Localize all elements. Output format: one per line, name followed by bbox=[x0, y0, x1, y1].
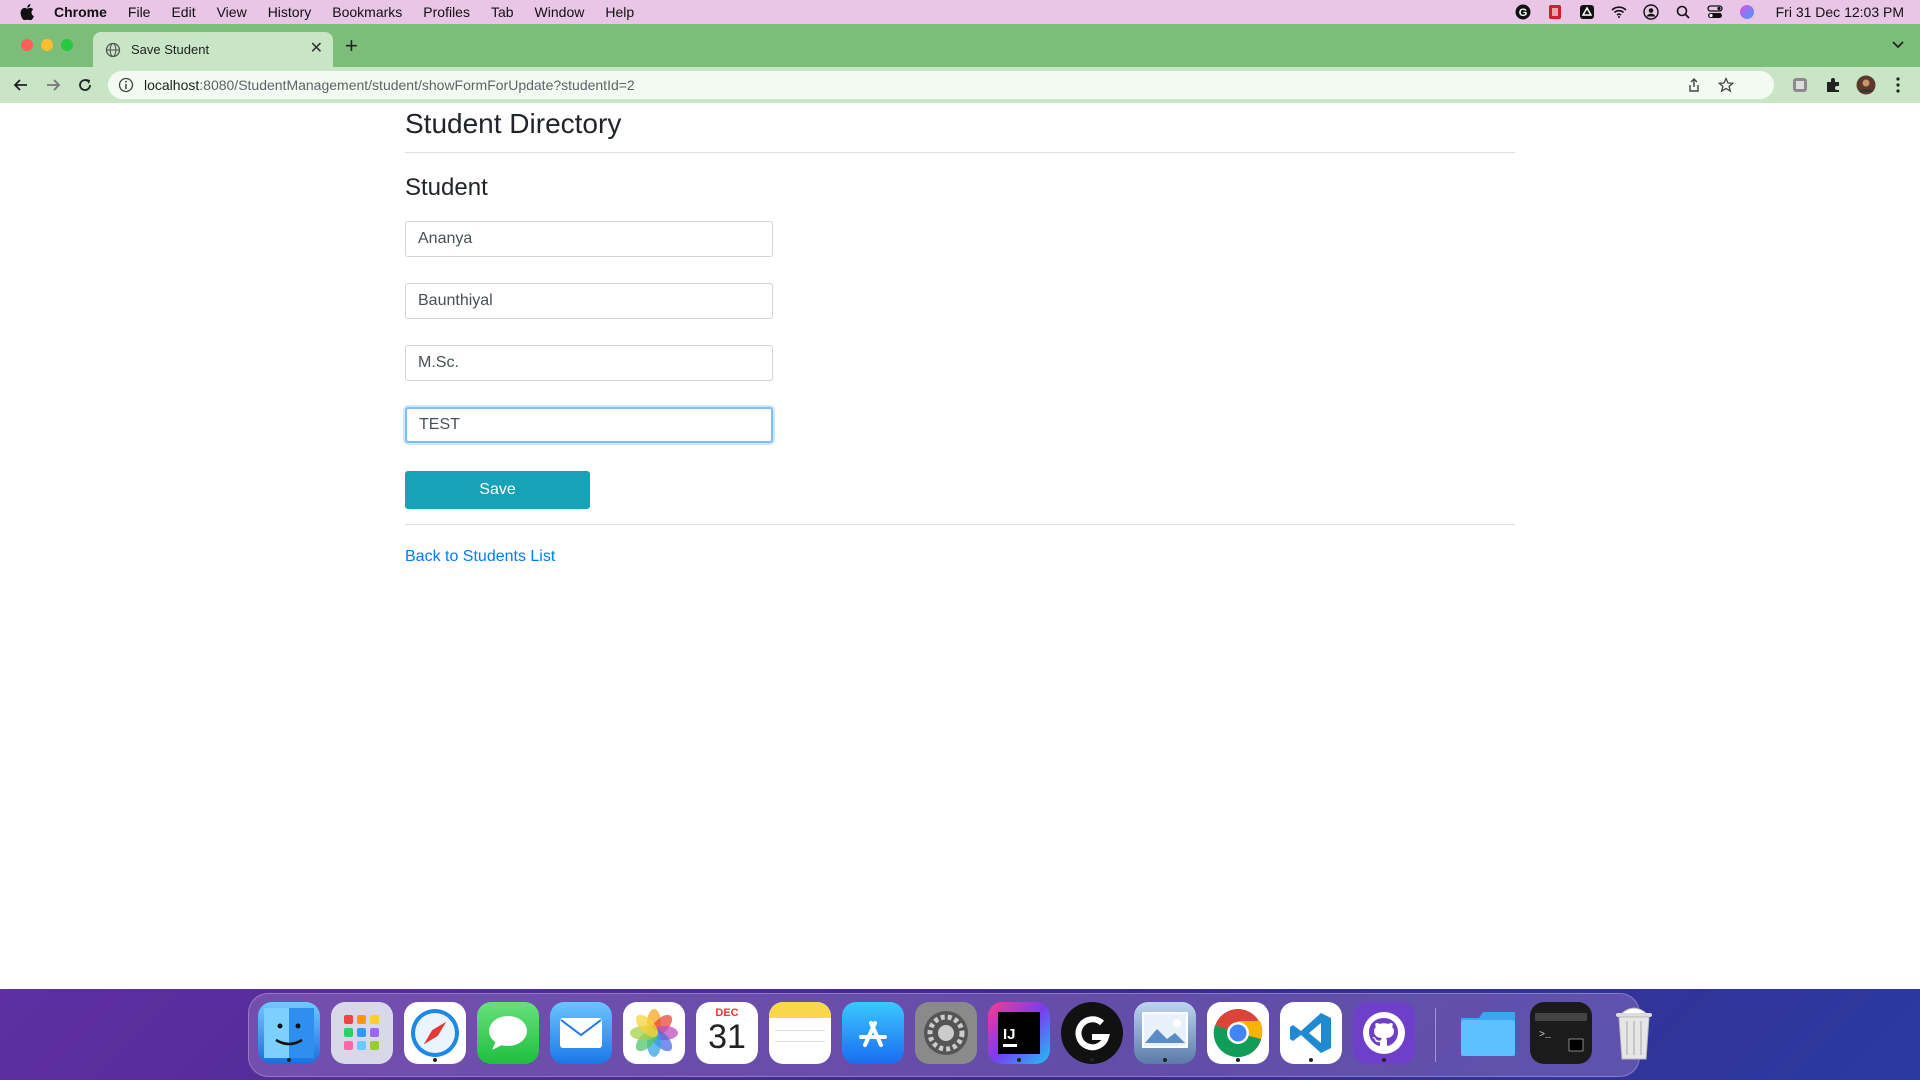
visual-studio-code-icon[interactable] bbox=[1280, 1002, 1342, 1064]
page-title: Student Directory bbox=[405, 108, 622, 139]
forward-arrow-icon[interactable] bbox=[42, 74, 64, 96]
menubar-clock[interactable]: Fri 31 Dec 12:03 PM bbox=[1776, 4, 1904, 20]
intellij-idea-icon[interactable]: IJ bbox=[988, 1002, 1050, 1064]
divider bbox=[405, 524, 1515, 525]
new-tab-icon[interactable]: + bbox=[345, 35, 358, 57]
running-indicator bbox=[1382, 1058, 1386, 1062]
macos-menu-bar: Chrome File Edit View History Bookmarks … bbox=[0, 0, 1920, 24]
dock-separator bbox=[1435, 1008, 1436, 1062]
menu-bookmarks[interactable]: Bookmarks bbox=[332, 4, 402, 20]
menu-window[interactable]: Window bbox=[535, 4, 585, 20]
minimize-window-button[interactable] bbox=[41, 39, 53, 51]
window-controls bbox=[21, 39, 73, 51]
url-path: :8080/StudentManagement/student/showForm… bbox=[199, 77, 635, 93]
save-button[interactable]: Save bbox=[405, 471, 590, 509]
url-host: localhost bbox=[144, 77, 200, 93]
back-to-list-link[interactable]: Back to Students List bbox=[405, 548, 555, 566]
drive-icon[interactable] bbox=[1578, 4, 1596, 20]
notes-icon[interactable] bbox=[769, 1002, 831, 1064]
menu-help[interactable]: Help bbox=[605, 4, 634, 20]
menu-edit[interactable]: Edit bbox=[171, 4, 195, 20]
menu-app-name[interactable]: Chrome bbox=[54, 4, 107, 20]
back-arrow-icon[interactable] bbox=[10, 74, 32, 96]
chevron-down-icon[interactable] bbox=[1890, 36, 1906, 52]
share-icon[interactable] bbox=[1686, 77, 1702, 93]
running-indicator bbox=[1236, 1058, 1240, 1062]
apple-logo-icon[interactable] bbox=[20, 4, 36, 20]
menu-file[interactable]: File bbox=[128, 4, 151, 20]
divider bbox=[405, 152, 1515, 153]
address-bar[interactable]: localhost:8080/StudentManagement/student… bbox=[108, 71, 1774, 99]
downloads-folder-icon[interactable] bbox=[1457, 1002, 1519, 1064]
page-content: Student Directory Student Save Back to S… bbox=[0, 103, 1920, 989]
system-preferences-icon[interactable] bbox=[915, 1002, 977, 1064]
messages-icon[interactable] bbox=[477, 1002, 539, 1064]
tab-title: Save Student bbox=[131, 42, 210, 57]
course-field[interactable] bbox=[405, 345, 773, 381]
extra-field[interactable] bbox=[405, 407, 773, 443]
close-window-button[interactable] bbox=[21, 39, 33, 51]
running-indicator bbox=[1163, 1058, 1167, 1062]
tab-save-student[interactable]: Save Student ✕ bbox=[93, 32, 333, 67]
spotlight-search-icon[interactable] bbox=[1674, 4, 1692, 20]
reload-icon[interactable] bbox=[74, 74, 96, 96]
chrome-menu-icon[interactable] bbox=[1888, 75, 1908, 95]
macos-dock: DEC 31 IJ >_ bbox=[248, 993, 1652, 1077]
menu-view[interactable]: View bbox=[217, 4, 247, 20]
tab-bar: Save Student ✕ + bbox=[0, 24, 1920, 67]
google-chrome-icon[interactable] bbox=[1207, 1002, 1269, 1064]
notes-line bbox=[775, 1041, 825, 1042]
site-info-icon[interactable] bbox=[118, 77, 134, 93]
last-name-field[interactable] bbox=[405, 283, 773, 319]
bookmark-star-icon[interactable] bbox=[1717, 76, 1735, 93]
running-indicator bbox=[1017, 1058, 1021, 1062]
wifi-icon[interactable] bbox=[1610, 4, 1628, 20]
safari-icon[interactable] bbox=[404, 1002, 466, 1064]
photos-icon[interactable] bbox=[623, 1002, 685, 1064]
section-title: Student bbox=[405, 174, 488, 201]
control-center-icon[interactable] bbox=[1706, 4, 1724, 20]
intellij-badge: IJ bbox=[998, 1012, 1040, 1054]
calendar-day: 31 bbox=[708, 1018, 746, 1056]
browser-window: Save Student ✕ + localhost:8080/StudentM… bbox=[0, 24, 1920, 989]
svg-text:>_: >_ bbox=[1539, 1030, 1552, 1041]
running-indicator bbox=[433, 1058, 437, 1062]
svg-text:IJ: IJ bbox=[1003, 1026, 1016, 1043]
globe-icon bbox=[105, 42, 121, 58]
first-name-field[interactable] bbox=[405, 221, 773, 257]
trash-icon[interactable] bbox=[1603, 1002, 1665, 1064]
preview-icon[interactable] bbox=[1134, 1002, 1196, 1064]
notes-header bbox=[769, 1002, 831, 1018]
launchpad-icon[interactable] bbox=[331, 1002, 393, 1064]
running-indicator bbox=[287, 1058, 291, 1062]
siri-icon[interactable] bbox=[1738, 4, 1756, 20]
calendar-icon[interactable]: DEC 31 bbox=[696, 1002, 758, 1064]
menu-profiles[interactable]: Profiles bbox=[423, 4, 470, 20]
extensions-puzzle-icon[interactable] bbox=[1823, 75, 1843, 95]
zoom-window-button[interactable] bbox=[61, 39, 73, 51]
github-desktop-icon[interactable] bbox=[1353, 1002, 1415, 1064]
menu-history[interactable]: History bbox=[268, 4, 312, 20]
grammarly-icon[interactable]: G bbox=[1514, 4, 1532, 20]
profile-avatar[interactable] bbox=[1856, 75, 1876, 95]
user-account-icon[interactable] bbox=[1642, 4, 1660, 20]
running-indicator bbox=[1309, 1058, 1313, 1062]
terminal-icon[interactable]: >_ bbox=[1530, 1002, 1592, 1064]
running-indicator bbox=[1090, 1058, 1094, 1062]
logitech-g-hub-icon[interactable] bbox=[1061, 1002, 1123, 1064]
close-tab-icon[interactable]: ✕ bbox=[310, 41, 323, 57]
status-area: G Fri 31 Dec 12:03 PM bbox=[1514, 0, 1904, 24]
browser-toolbar: localhost:8080/StudentManagement/student… bbox=[0, 67, 1920, 103]
red-app-icon[interactable] bbox=[1546, 4, 1564, 20]
extension-badge-icon[interactable] bbox=[1790, 75, 1810, 95]
finder-icon[interactable] bbox=[258, 1002, 320, 1064]
mail-icon[interactable] bbox=[550, 1002, 612, 1064]
menu-tab[interactable]: Tab bbox=[491, 4, 514, 20]
app-store-icon[interactable] bbox=[842, 1002, 904, 1064]
notes-line bbox=[775, 1030, 825, 1031]
svg-text:G: G bbox=[1518, 7, 1527, 19]
